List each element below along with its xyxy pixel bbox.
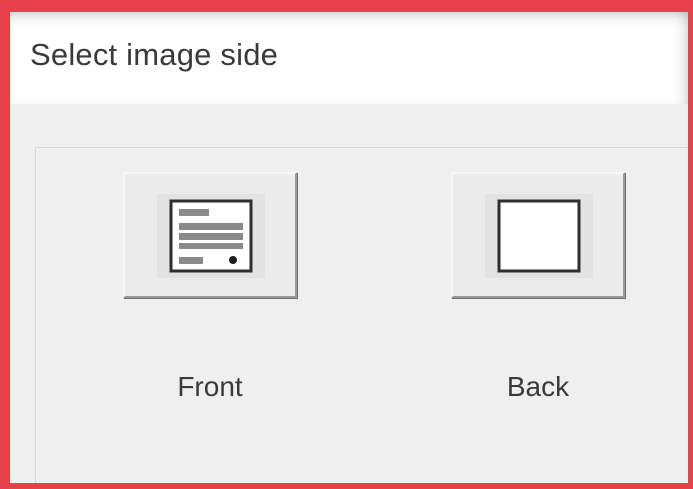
front-side-button[interactable] [123, 172, 297, 298]
id-card-front-icon [157, 194, 265, 278]
title-bar: Select image side [10, 12, 688, 104]
front-label: Front [177, 371, 243, 402]
group-box-border-top [35, 147, 688, 148]
dialog-window: Select image side Front Back [0, 0, 693, 489]
back-label: Back [506, 371, 570, 402]
blank-card-back-icon [485, 194, 593, 278]
back-side-button[interactable] [451, 172, 625, 298]
dialog-title: Select image side [30, 37, 279, 72]
dialog-content: Front Back [10, 104, 688, 483]
group-box-border-left [35, 147, 36, 483]
